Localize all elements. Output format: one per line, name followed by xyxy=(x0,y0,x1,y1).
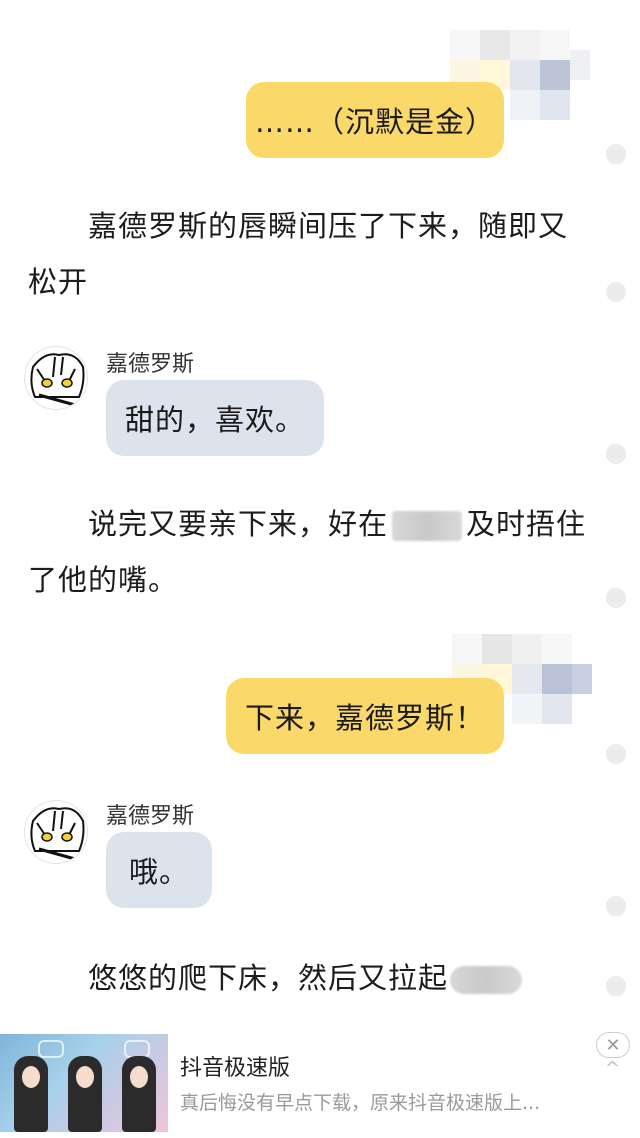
scroll-dot xyxy=(606,444,626,464)
character-message-bubble[interactable]: 甜的，喜欢。 xyxy=(106,380,324,456)
scroll-dot xyxy=(606,976,626,996)
person-image xyxy=(122,1056,156,1132)
my-message-bubble[interactable]: ……（沉默是金） xyxy=(246,82,504,158)
redacted-name xyxy=(392,511,463,541)
close-icon[interactable]: ✕ xyxy=(596,1032,630,1058)
character-avatar[interactable] xyxy=(24,346,88,410)
ad-banner[interactable]: 抖音极速版 真后悔没有早点下载，原来抖音极速版上... ✕ ^ xyxy=(0,1028,640,1138)
ad-description[interactable]: 真后悔没有早点下载，原来抖音极速版上... xyxy=(180,1088,540,1115)
character-face-icon xyxy=(30,353,85,407)
ad-title[interactable]: 抖音极速版 xyxy=(180,1050,290,1082)
message-text: 哦。 xyxy=(128,855,189,889)
character-face-icon xyxy=(30,807,85,861)
my-message-bubble[interactable]: 下来，嘉德罗斯！ xyxy=(226,678,504,754)
message-text: 甜的，喜欢。 xyxy=(124,403,305,437)
narration-text: 说完又要亲下来，好在 及时捂住了他的嘴。 xyxy=(28,496,588,608)
narration-line: 说完又要亲下来，好在 xyxy=(88,507,389,541)
scroll-dot xyxy=(606,588,626,608)
message-text: ……（沉默是金） xyxy=(254,105,495,139)
narration-text: 悠悠的爬下床，然后又拉起 xyxy=(28,950,588,1006)
character-avatar[interactable] xyxy=(24,800,88,864)
ad-thumbnail[interactable] xyxy=(0,1034,168,1132)
scroll-dot xyxy=(606,144,626,164)
character-message-bubble[interactable]: 哦。 xyxy=(106,832,212,908)
scroll-dot xyxy=(606,282,626,302)
message-text: 下来，嘉德罗斯！ xyxy=(244,701,485,735)
narration-text: 嘉德罗斯的唇瞬间压了下来，随即又松开 xyxy=(28,198,588,310)
decor-icon xyxy=(38,1040,64,1058)
person-image xyxy=(14,1056,48,1132)
person-image xyxy=(68,1056,102,1132)
narration-line: 悠悠的爬下床，然后又拉起 xyxy=(88,961,449,995)
scroll-dot xyxy=(606,896,626,916)
chat-story-view: ……（沉默是金） 嘉德罗斯的唇瞬间压了下来，随即又松开 嘉德罗斯 甜的，喜欢。 … xyxy=(0,0,640,1138)
redacted-name xyxy=(450,966,523,994)
scroll-dot xyxy=(606,744,626,764)
chevron-up-icon[interactable]: ^ xyxy=(605,1058,620,1079)
speaker-name: 嘉德罗斯 xyxy=(106,804,195,829)
narration-line: 嘉德罗斯的唇瞬间压了下来，随即又松开 xyxy=(28,209,569,299)
speaker-name: 嘉德罗斯 xyxy=(106,352,195,377)
